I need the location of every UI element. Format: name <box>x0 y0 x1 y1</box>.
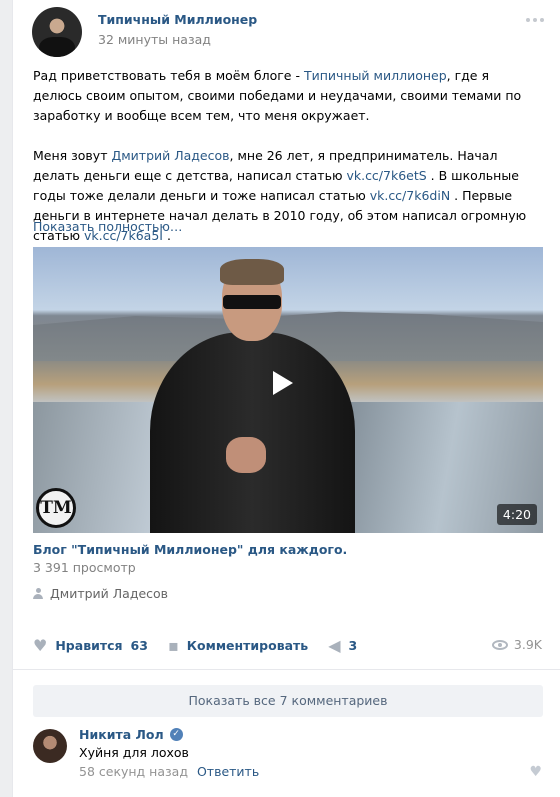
video-person-hands <box>226 437 266 473</box>
article-link-2[interactable]: vk.cc/7k6diN <box>370 188 450 203</box>
channel-logo: ТМ <box>36 488 76 528</box>
video-views: 3 391 просмотр <box>33 560 136 575</box>
signer-name[interactable]: Дмитрий Ладесов <box>50 586 168 601</box>
eye-icon <box>491 639 508 650</box>
comment-meta: 58 секунд назад Ответить <box>79 764 259 779</box>
share-count: 3 <box>348 637 358 653</box>
post-views-count: 3.9K <box>513 637 542 652</box>
verified-icon: ✓ <box>169 728 183 741</box>
comment-label: Комментировать <box>186 637 309 653</box>
post-paragraph-1: Рад приветствовать тебя в моём блоге - Т… <box>33 68 522 123</box>
video-duration: 4:20 <box>496 504 537 525</box>
video-person-glasses <box>223 295 281 309</box>
comment-time[interactable]: 58 секунд назад <box>79 764 188 779</box>
user-icon <box>33 588 43 599</box>
comment-avatar[interactable] <box>33 729 67 763</box>
author-name-link[interactable]: Дмитрий Ладесов <box>111 148 229 163</box>
blog-link[interactable]: Типичный миллионер <box>304 68 447 83</box>
post-author[interactable]: Типичный Миллионер <box>98 12 257 27</box>
video-player[interactable]: ТМ 4:20 <box>33 247 543 533</box>
author-avatar[interactable] <box>32 7 82 57</box>
reply-button[interactable]: Ответить <box>197 764 259 779</box>
video-title[interactable]: Блог "Типичный Миллионер" для каждого. <box>33 542 347 557</box>
video-person-hair <box>220 259 284 285</box>
post-card: Типичный Миллионер 32 минуты назад Рад п… <box>12 0 560 797</box>
video-person <box>150 332 355 533</box>
heart-icon: ♥ <box>33 635 48 655</box>
megaphone-icon: ◀ <box>328 635 341 655</box>
comment-like-icon[interactable]: ♥ <box>529 764 542 780</box>
like-button[interactable]: ♥ Нравится 63 <box>33 636 148 655</box>
show-all-comments-button[interactable]: Показать все 7 комментариев <box>33 685 543 717</box>
comment-text: Хуйня для лохов <box>79 745 189 760</box>
post-actions: ♥ Нравится 63 ▪ Комментировать ◀ 3 <box>33 636 543 655</box>
divider <box>13 669 560 670</box>
comment-button[interactable]: ▪ Комментировать <box>168 636 308 655</box>
show-more-link[interactable]: Показать полностью… <box>33 219 182 234</box>
like-count: 63 <box>130 637 148 653</box>
more-options-icon[interactable] <box>526 18 544 22</box>
comment-icon: ▪ <box>167 635 179 655</box>
comment-author[interactable]: Никита Лол ✓ <box>79 727 183 742</box>
post-views: 3.9K <box>491 637 542 652</box>
post-time[interactable]: 32 минуты назад <box>98 32 211 47</box>
like-label: Нравится <box>55 637 123 653</box>
share-button[interactable]: ◀ 3 <box>328 636 357 655</box>
article-link-1[interactable]: vk.cc/7k6etS <box>346 168 426 183</box>
post-text: Рад приветствовать тебя в моём блоге - Т… <box>33 66 533 266</box>
post-signer[interactable]: Дмитрий Ладесов <box>33 586 168 601</box>
comment-author-name[interactable]: Никита Лол <box>79 727 164 742</box>
play-icon[interactable] <box>273 371 293 395</box>
